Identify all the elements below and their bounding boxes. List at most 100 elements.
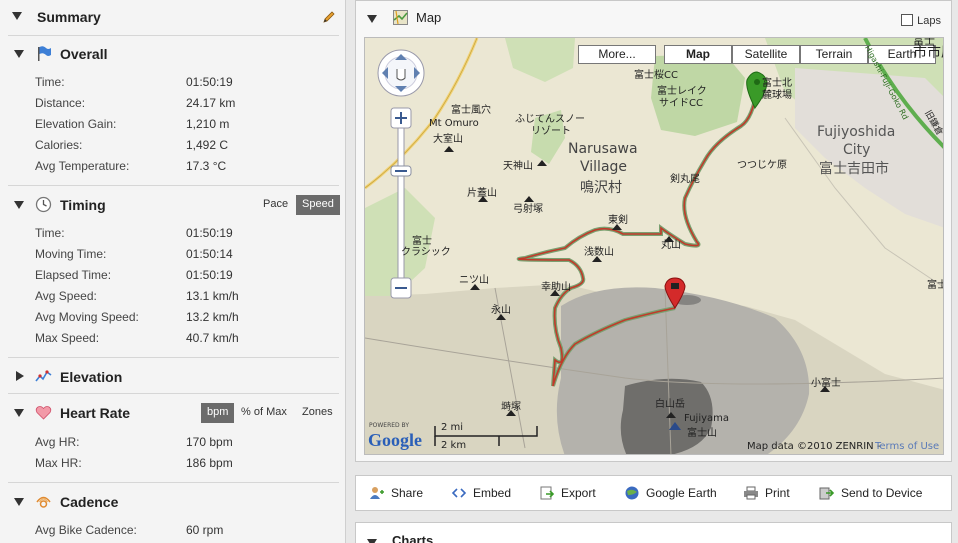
collapse-icon[interactable] — [367, 539, 377, 543]
map-type-satellite-button[interactable]: Satellite — [732, 45, 800, 64]
stat-row: Avg HR: 170 bpm — [35, 433, 335, 451]
terms-of-use-link[interactable]: Terms of Use — [875, 441, 939, 452]
map-label: 浅数山 — [584, 247, 614, 258]
scale-miles: 2 mi — [441, 422, 464, 433]
map-label: 弓射塚 — [513, 204, 543, 215]
cadence-icon — [36, 496, 51, 508]
stat-label: Elevation Gain: — [35, 117, 117, 131]
section-title: Heart Rate — [60, 405, 131, 421]
map-label: 富士山 — [687, 428, 717, 439]
google-logo[interactable]: Google — [368, 430, 422, 451]
map-label: Fujiyama — [684, 413, 730, 424]
stat-value: 24.17 km — [186, 96, 236, 110]
share-button[interactable]: Share — [369, 486, 423, 502]
collapse-icon[interactable] — [14, 409, 24, 417]
print-button[interactable]: Print — [743, 486, 790, 502]
pencil-icon[interactable] — [322, 10, 336, 24]
map-label: 塒塚 — [501, 402, 521, 413]
checkbox-icon[interactable] — [901, 14, 914, 26]
stat-value: 01:50:19 — [186, 268, 233, 282]
map-label: ニツ山 — [459, 275, 489, 286]
map-more-button[interactable]: More... — [578, 45, 656, 64]
map-title: Map — [416, 10, 442, 25]
google-earth-label: Google Earth — [646, 486, 717, 500]
export-label: Export — [561, 486, 596, 500]
export-button[interactable]: Export — [539, 486, 596, 502]
action-toolbar: Share Embed Export Google Earth Print Se… — [355, 475, 952, 511]
section-title: Timing — [60, 197, 106, 213]
map-label: 白山岳 — [655, 399, 685, 410]
stat-row: Avg Speed: 13.1 km/h — [35, 287, 335, 305]
map-label: Village — [580, 159, 628, 175]
collapse-icon[interactable] — [14, 498, 24, 506]
map-label: 麓球場 — [762, 90, 792, 101]
stat-label: Avg HR: — [35, 435, 80, 449]
map-label: 丸山 — [661, 240, 681, 251]
collapse-icon[interactable] — [14, 50, 24, 58]
map-nav-control[interactable] — [375, 48, 427, 308]
map-label: つつじケ原 — [737, 160, 787, 171]
map-label: 剣丸尾 — [670, 174, 700, 185]
stat-value: 40.7 km/h — [186, 331, 239, 345]
stat-row: Max Speed: 40.7 km/h — [35, 329, 335, 347]
section-elevation[interactable]: Elevation — [14, 365, 340, 389]
collapse-icon[interactable] — [12, 12, 22, 20]
map-view[interactable]: More... Map Satellite Terrain Earth 富士風穴… — [364, 37, 944, 455]
scale-km: 2 km — [441, 440, 467, 451]
map-label: 富士桜CC — [634, 70, 678, 81]
stat-label: Avg Speed: — [35, 289, 97, 303]
map-type-map-button[interactable]: Map — [664, 45, 732, 64]
charts-panel[interactable]: Charts — [355, 522, 952, 543]
google-earth-button[interactable]: Google Earth — [624, 486, 717, 502]
map-label: City — [843, 142, 871, 158]
stat-row: Avg Temperature: 17.3 °C — [35, 157, 335, 175]
stat-value: 170 bpm — [186, 435, 233, 449]
section-overall[interactable]: Overall — [14, 42, 340, 66]
send-to-device-button[interactable]: Send to Device — [819, 486, 922, 502]
stat-row: Moving Time: 01:50:14 — [35, 245, 335, 263]
map-label: 富士風穴 — [451, 105, 491, 116]
expand-icon[interactable] — [16, 371, 24, 381]
stat-row: Avg Bike Cadence: 60 rpm — [35, 521, 335, 539]
map-attribution: Map data ©2010 ZENRIN - — [747, 441, 881, 452]
bpm-toggle[interactable]: bpm — [201, 403, 235, 423]
section-heart-rate[interactable]: Heart Rate bpm % of Max Zones — [14, 401, 340, 425]
stat-row: Time: 01:50:19 — [35, 224, 335, 242]
share-label: Share — [391, 486, 424, 500]
charts-title: Charts — [392, 533, 434, 543]
zones-toggle[interactable]: Zones — [296, 403, 339, 423]
embed-icon — [451, 488, 467, 498]
map-label: クラシック — [401, 247, 451, 258]
section-cadence[interactable]: Cadence — [14, 490, 340, 514]
map-label: 富士 — [913, 37, 935, 47]
map-type-terrain-button[interactable]: Terrain — [800, 45, 868, 64]
stat-row: Elevation Gain: 1,210 m — [35, 115, 335, 133]
stat-label: Time: — [35, 226, 65, 240]
stat-label: Calories: — [35, 138, 83, 152]
pct-max-toggle[interactable]: % of Max — [235, 403, 293, 423]
map-label: 大室山 — [433, 134, 463, 145]
section-title: Overall — [60, 46, 108, 62]
divider — [8, 35, 339, 36]
collapse-icon[interactable] — [14, 201, 24, 209]
collapse-icon[interactable] — [367, 15, 377, 23]
map-label: Narusawa — [568, 141, 638, 157]
stat-row: Elapsed Time: 01:50:19 — [35, 266, 335, 284]
map-header[interactable]: Map Laps — [356, 1, 951, 35]
pace-toggle[interactable]: Pace — [257, 195, 294, 215]
summary-header[interactable]: Summary — [10, 6, 340, 32]
section-timing[interactable]: Timing Pace Speed — [14, 193, 340, 217]
stat-row: Avg Moving Speed: 13.2 km/h — [35, 308, 335, 326]
stat-value: 01:50:14 — [186, 247, 233, 261]
stat-value: 1,492 C — [186, 138, 229, 152]
stat-value: 186 bpm — [186, 456, 233, 470]
divider — [8, 482, 339, 483]
laps-checkbox[interactable]: Laps — [901, 14, 941, 27]
powered-by-label: POWERED BY — [369, 422, 410, 429]
stat-label: Elapsed Time: — [35, 268, 112, 282]
speed-toggle[interactable]: Speed — [296, 195, 340, 215]
flag-icon — [38, 46, 51, 61]
clock-icon — [35, 196, 52, 213]
heart-icon — [35, 406, 52, 420]
embed-button[interactable]: Embed — [451, 486, 511, 502]
